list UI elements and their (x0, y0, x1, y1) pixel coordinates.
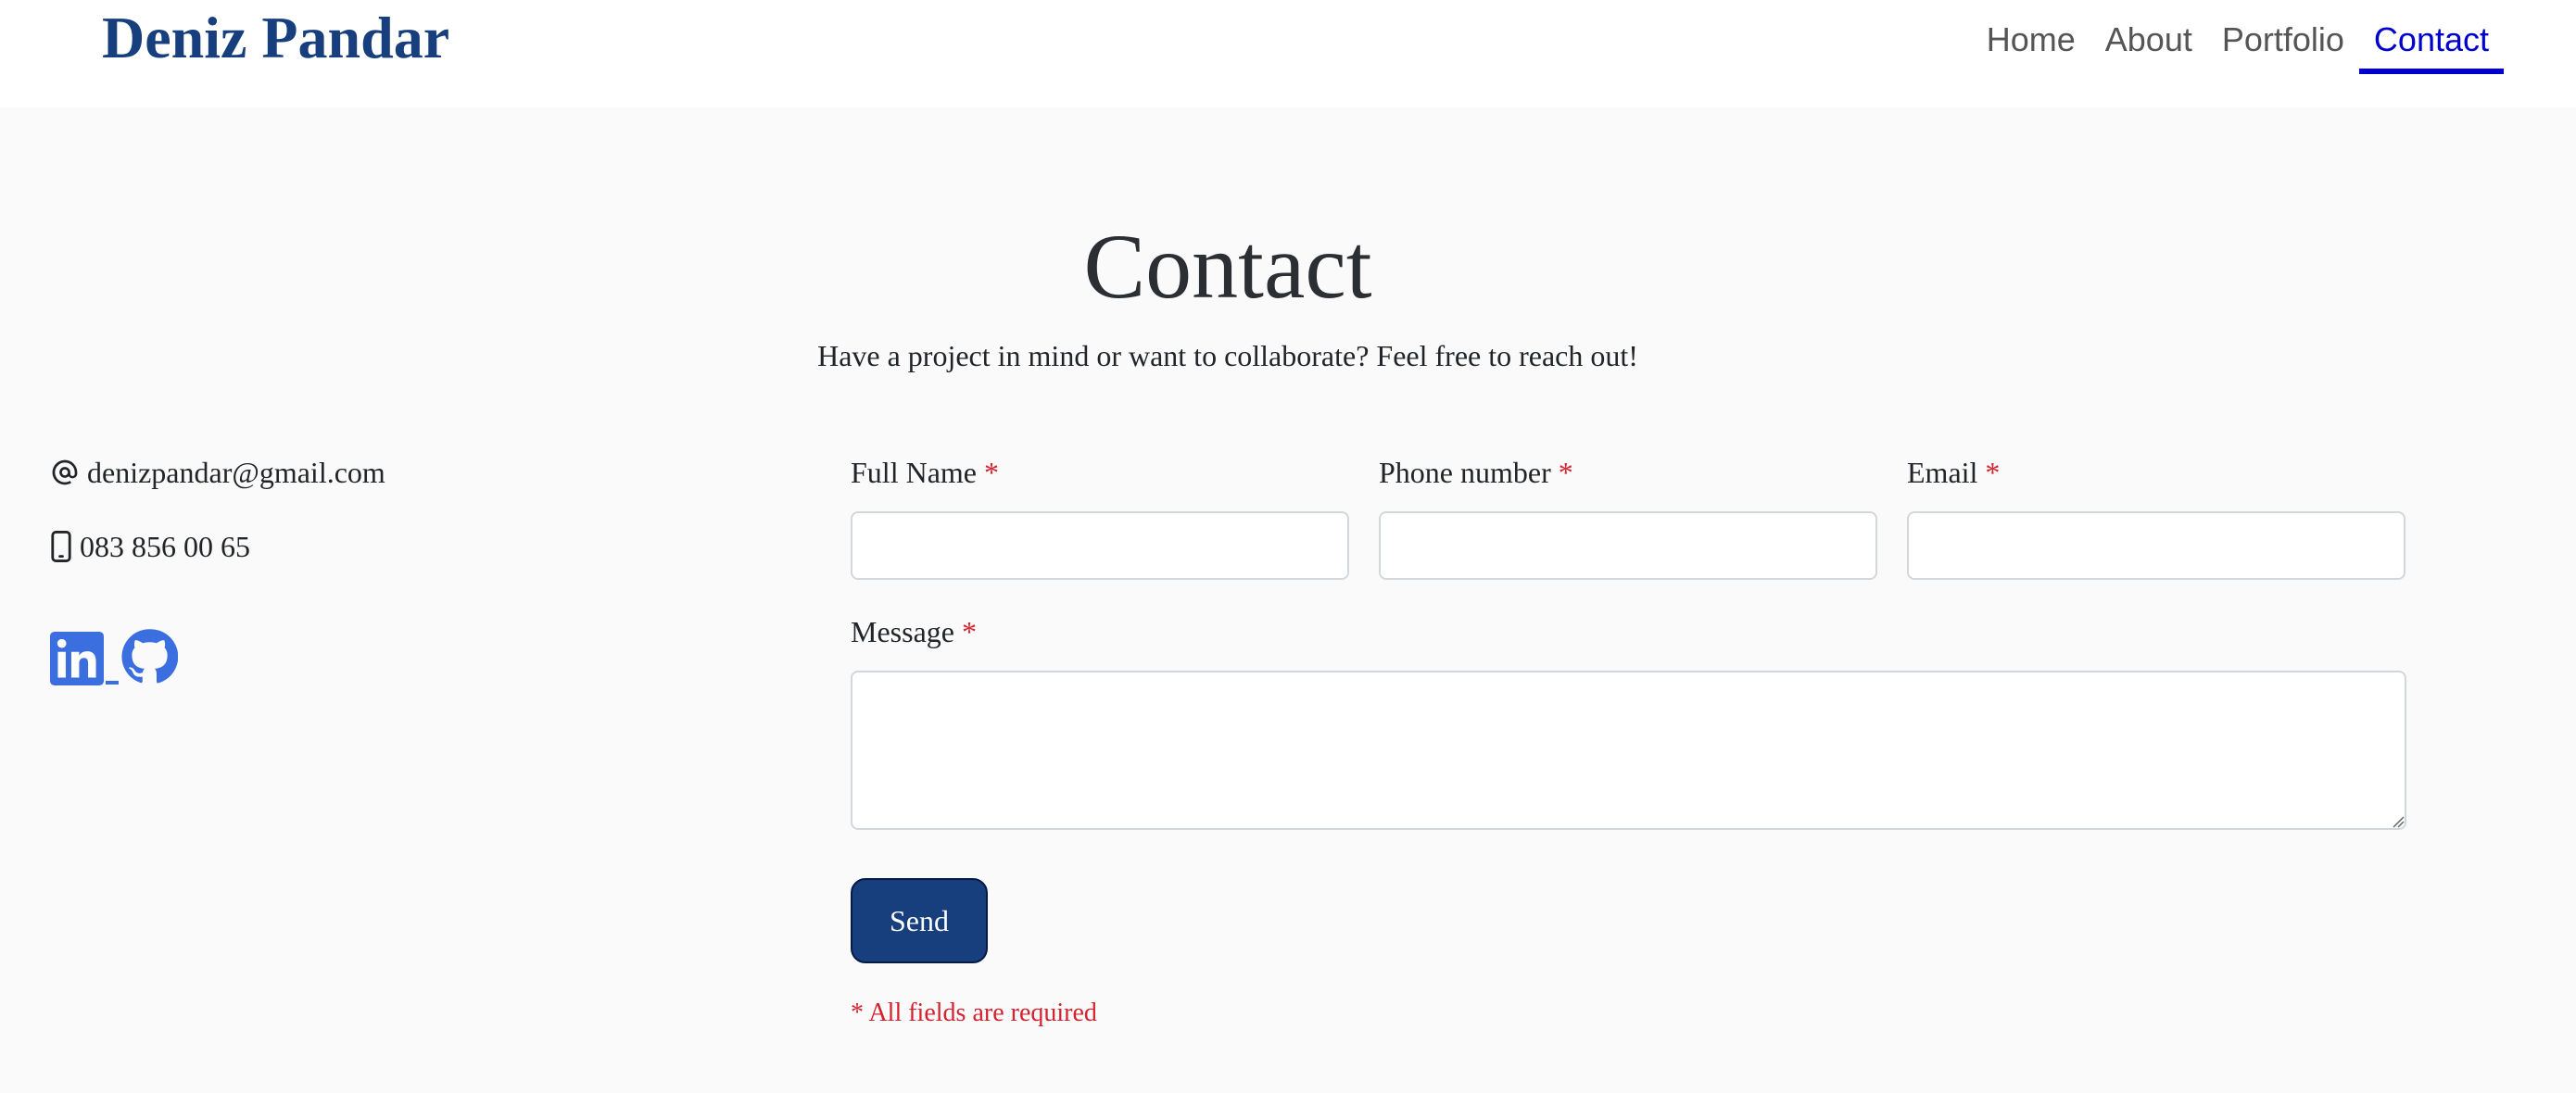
linkedin-link[interactable] (50, 632, 104, 690)
email-input[interactable] (1907, 511, 2406, 580)
page-title: Contact (1083, 215, 1372, 318)
phone-number[interactable]: 083 856 00 65 (80, 526, 250, 567)
nav-about[interactable]: About (2090, 11, 2207, 69)
full-name-input[interactable] (851, 511, 1349, 580)
resize-grip-icon[interactable] (2392, 815, 2405, 828)
nav-contact[interactable]: Contact (2358, 11, 2504, 74)
required-marker: * (961, 615, 977, 648)
link-separator (106, 681, 119, 685)
required-marker: * (983, 456, 999, 489)
message-textarea[interactable] (851, 671, 2406, 830)
linkedin-icon (50, 632, 104, 685)
message-label: Message * (851, 615, 977, 648)
phone-label: Phone number * (1379, 456, 1573, 489)
full-name-group: Full Name * (851, 452, 1349, 580)
mobile-phone-icon (50, 531, 72, 562)
at-icon (50, 458, 80, 487)
nav-portfolio[interactable]: Portfolio (2207, 11, 2359, 69)
phone-input[interactable] (1379, 511, 1877, 580)
email-label: Email * (1907, 456, 2001, 489)
required-marker: * (1558, 456, 1573, 489)
phone-row: 083 856 00 65 (50, 526, 250, 567)
email-group: Email * (1907, 452, 2406, 580)
required-marker: * (1985, 456, 2001, 489)
github-link[interactable] (120, 628, 179, 690)
brand-logo[interactable]: Deniz Pandar (102, 2, 449, 74)
required-note: * All fields are required (851, 999, 1097, 1027)
github-icon (121, 629, 179, 684)
email-row: denizpandar@gmail.com (50, 452, 385, 493)
nav-home[interactable]: Home (1972, 11, 2090, 69)
navbar: Deniz Pandar Home About Portfolio Contac… (0, 0, 2576, 107)
full-name-label: Full Name * (851, 456, 999, 489)
email-link[interactable]: denizpandar@gmail.com (87, 452, 385, 493)
social-links (50, 628, 179, 690)
main-nav: Home About Portfolio Contact (1972, 11, 2504, 74)
page-lead: Have a project in mind or want to collab… (817, 339, 1638, 372)
phone-group: Phone number * (1379, 452, 1877, 580)
send-button[interactable]: Send (851, 878, 988, 963)
